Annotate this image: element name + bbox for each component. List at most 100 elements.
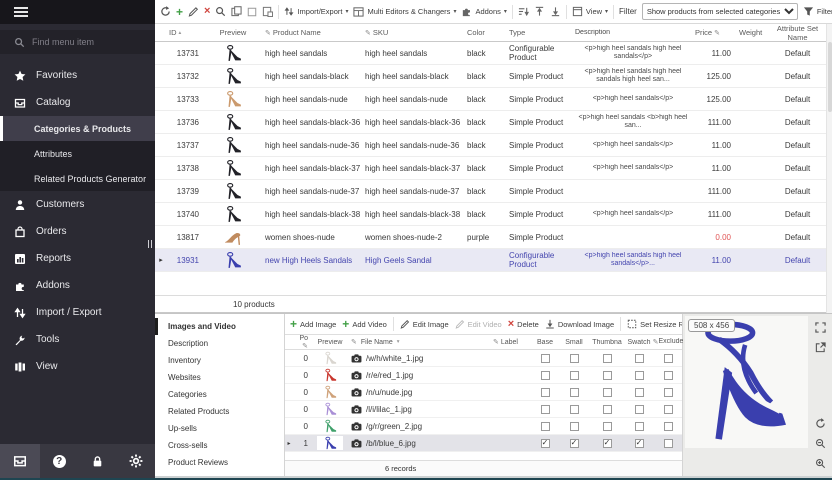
image-row[interactable]: ▸1 /b/l/blue_6.jpg✓✓✓✓ — [285, 435, 682, 452]
zoom-in-icon[interactable] — [813, 456, 827, 470]
product-row[interactable]: 13733 high heel sandals-nudehigh heel sa… — [155, 88, 826, 111]
product-row[interactable]: ▸13931 new High Heels SandalsHigh Geels … — [155, 249, 826, 272]
filters-menu[interactable]: Filters▾ — [803, 6, 832, 17]
delete-product-button[interactable]: × — [204, 6, 210, 17]
column-header-product-name[interactable]: ✎ Product Name — [263, 28, 363, 37]
sidebar-item-related-products-generator[interactable]: Related Products Generator — [0, 166, 155, 191]
catalog-footer-icon[interactable] — [0, 444, 40, 478]
column-header-weight[interactable]: Weight — [737, 28, 769, 37]
tab-inventory[interactable]: Inventory — [155, 352, 284, 369]
tab-images-and-video[interactable]: Images and Video — [155, 318, 284, 335]
sidebar-item-attributes[interactable]: Attributes — [0, 141, 155, 166]
add-product-button[interactable]: + — [176, 6, 183, 18]
checkbox-base[interactable] — [531, 354, 559, 363]
product-row[interactable]: 13732 high heel sandals-blackhigh heel s… — [155, 65, 826, 88]
hamburger-menu-icon[interactable] — [13, 6, 29, 18]
refresh-button[interactable] — [160, 6, 171, 17]
column-header-thumbna[interactable]: Thumbna — [589, 339, 625, 346]
sidebar-item-view[interactable]: View — [0, 353, 155, 380]
select-checkbox-icon[interactable] — [247, 7, 257, 17]
checkbox-small[interactable] — [559, 371, 589, 380]
checkbox-exclude[interactable] — [653, 388, 683, 397]
addons-menu[interactable]: Addons▾ — [461, 6, 506, 17]
checkbox-base[interactable] — [531, 371, 559, 380]
sidebar-search[interactable]: Find menu item — [0, 30, 155, 54]
settings-gear-icon[interactable] — [117, 454, 155, 468]
image-row[interactable]: 0 /w/h/white_1.jpg — [285, 350, 682, 367]
checkbox-small[interactable] — [559, 422, 589, 431]
sidebar-item-favorites[interactable]: Favorites — [0, 62, 155, 89]
checkbox-small[interactable] — [559, 405, 589, 414]
search-products-button[interactable] — [215, 6, 226, 17]
checkbox-thumbnail[interactable]: ✓ — [589, 439, 625, 448]
column-header-preview[interactable]: Preview — [203, 28, 263, 37]
tab-description[interactable]: Description — [155, 335, 284, 352]
checkbox-exclude[interactable] — [653, 422, 683, 431]
column-header-id[interactable]: ID ▴ — [167, 28, 203, 37]
row-selector[interactable]: ▸ — [285, 440, 293, 447]
sidebar-item-addons[interactable]: Addons — [0, 272, 155, 299]
checkbox-swatch[interactable] — [625, 371, 653, 380]
column-header-color[interactable]: Color — [465, 28, 507, 37]
sidebar-item-orders[interactable]: Orders — [0, 218, 155, 245]
image-row[interactable]: 0 /n/u/nude.jpg — [285, 384, 682, 401]
edit-image-button[interactable]: Edit Image — [400, 319, 449, 329]
open-external-icon[interactable] — [813, 340, 827, 354]
checkbox-base[interactable]: ✓ — [531, 439, 559, 448]
sidebar-item-customers[interactable]: Customers — [0, 191, 155, 218]
expand-all-icon[interactable] — [534, 6, 545, 17]
delete-image-button[interactable]: ×Delete — [508, 319, 539, 330]
sidebar-item-import-export[interactable]: Import / Export — [0, 299, 155, 326]
tab-up-sells[interactable]: Up-sells — [155, 420, 284, 437]
rotate-icon[interactable] — [813, 416, 827, 430]
edit-product-button[interactable] — [188, 6, 199, 17]
checkbox-exclude[interactable] — [653, 354, 683, 363]
collapse-all-icon[interactable] — [550, 6, 561, 17]
checkbox-base[interactable] — [531, 405, 559, 414]
set-resize-rule-button[interactable]: Set Resize Rule▾ — [627, 319, 682, 329]
sidebar-splitter-handle[interactable] — [146, 234, 154, 254]
copy-button[interactable] — [231, 6, 242, 17]
checkbox-swatch[interactable] — [625, 405, 653, 414]
edit-video-button[interactable]: Edit Video — [455, 319, 502, 329]
fullscreen-icon[interactable] — [813, 320, 827, 334]
tab-categories[interactable]: Categories — [155, 386, 284, 403]
scrollbar-thumb[interactable] — [828, 42, 832, 112]
tab-related-products[interactable]: Related Products — [155, 403, 284, 420]
help-icon[interactable]: ? — [40, 455, 78, 468]
checkbox-thumbnail[interactable] — [589, 371, 625, 380]
checkbox-swatch[interactable] — [625, 354, 653, 363]
import-export-menu[interactable]: Import/Export▾ — [284, 6, 348, 17]
checkbox-small[interactable]: ✓ — [559, 439, 589, 448]
checkbox-swatch[interactable]: ✓ — [625, 439, 653, 448]
checkbox-swatch[interactable] — [625, 422, 653, 431]
checkbox-thumbnail[interactable] — [589, 354, 625, 363]
product-row[interactable]: 13740 high heel sandals-black-38high hee… — [155, 203, 826, 226]
column-header-label[interactable]: ✎ Label — [491, 338, 531, 346]
column-header-price[interactable]: Price ✎ — [693, 28, 737, 37]
category-filter-select[interactable]: Show products from selected categories — [642, 3, 798, 20]
column-header-swatch[interactable]: Swatch — [625, 339, 653, 346]
checkbox-thumbnail[interactable] — [589, 422, 625, 431]
image-row[interactable]: 0 /g/r/green_2.jpg — [285, 418, 682, 435]
row-selector[interactable]: ▸ — [155, 256, 167, 264]
checkbox-base[interactable] — [531, 388, 559, 397]
checkbox-base[interactable] — [531, 422, 559, 431]
product-row[interactable]: 13737 high heel sandals-nude-36high heel… — [155, 134, 826, 157]
checkbox-small[interactable] — [559, 354, 589, 363]
column-header-base[interactable]: Base — [531, 339, 559, 346]
product-row[interactable]: 13738 high heel sandals-black-37high hee… — [155, 157, 826, 180]
column-header-small[interactable]: Small — [559, 339, 589, 346]
sort-columns-icon[interactable] — [518, 6, 529, 17]
image-row[interactable]: 0 /l/i/lilac_1.jpg — [285, 401, 682, 418]
checkbox-exclude[interactable] — [653, 405, 683, 414]
zoom-out-icon[interactable] — [813, 436, 827, 450]
view-menu[interactable]: View▾ — [572, 6, 608, 17]
column-header-file-name[interactable]: ✎ File Name ▾ — [349, 338, 491, 346]
sidebar-item-tools[interactable]: Tools — [0, 326, 155, 353]
multi-editors-menu[interactable]: Multi Editors & Changers▾ — [353, 6, 456, 17]
add-video-button[interactable]: +Add Video — [342, 318, 387, 330]
image-row[interactable]: 0 /r/e/red_1.jpg — [285, 367, 682, 384]
vertical-scrollbar[interactable] — [826, 24, 832, 313]
checkbox-thumbnail[interactable] — [589, 388, 625, 397]
